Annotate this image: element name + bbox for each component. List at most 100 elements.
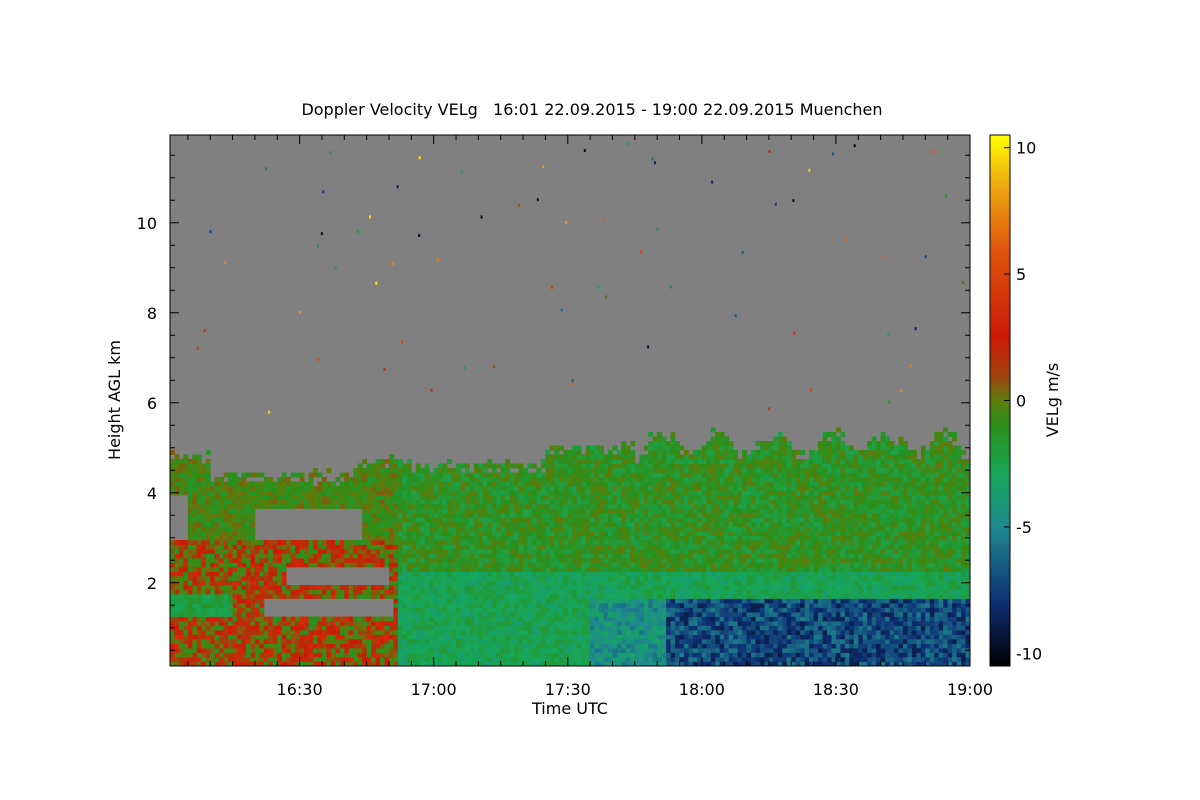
heatmap-cell	[415, 513, 421, 518]
heatmap-cell	[411, 495, 417, 500]
heatmap-cell	[348, 490, 354, 496]
heatmap-cell	[277, 504, 283, 509]
heatmap-cell	[514, 612, 519, 617]
heatmap-cell	[675, 652, 680, 658]
heatmap-cell	[460, 535, 466, 541]
heatmap-cell	[523, 634, 528, 640]
heatmap-cell	[245, 549, 251, 554]
heatmap-cell	[290, 472, 296, 478]
heatmap-cell	[299, 540, 305, 545]
heatmap-cell	[581, 549, 587, 554]
heatmap-cell	[603, 580, 609, 586]
heatmap-cell	[532, 477, 537, 482]
heatmap-cell	[223, 544, 229, 550]
heatmap-cell	[214, 504, 220, 509]
heatmap-cell	[585, 652, 591, 658]
heatmap-cell	[599, 495, 604, 500]
heatmap-cell	[692, 571, 698, 577]
heatmap-cell	[348, 486, 354, 491]
heatmap-cell	[451, 535, 457, 541]
heatmap-cell	[643, 585, 649, 590]
heatmap-cell	[429, 589, 435, 595]
heatmap-cell	[478, 598, 484, 604]
heatmap-cell	[666, 549, 671, 554]
heatmap-cell	[366, 526, 372, 532]
heatmap-cell	[263, 652, 269, 658]
heatmap-cell	[648, 454, 654, 460]
heatmap-cell	[594, 630, 600, 635]
heatmap-cell	[371, 558, 376, 563]
heatmap-cell	[670, 567, 676, 572]
heatmap-cell	[219, 495, 225, 500]
heatmap-cell	[237, 657, 242, 662]
heatmap-cell	[384, 630, 390, 635]
heatmap-cell	[648, 540, 654, 545]
heatmap-cell	[219, 652, 225, 658]
heatmap-cell	[263, 499, 269, 505]
heatmap-cell	[286, 549, 292, 554]
heatmap-cell	[648, 472, 654, 478]
heatmap-cell	[187, 630, 193, 635]
heatmap-cell	[590, 454, 595, 460]
heatmap-cell	[196, 621, 202, 626]
heatmap-cell	[214, 598, 220, 604]
heatmap-cell	[384, 652, 390, 658]
heatmap-cell	[178, 598, 184, 604]
heatmap-cell	[536, 513, 542, 518]
heatmap-cell	[675, 495, 680, 500]
heatmap-cell	[563, 472, 569, 478]
heatmap-cell	[688, 616, 694, 622]
heatmap-cell	[675, 486, 680, 491]
heatmap-cell	[567, 558, 573, 563]
heatmap-cell	[670, 603, 676, 608]
heatmap-cell	[460, 648, 466, 653]
heatmap-cell	[281, 490, 287, 496]
heatmap-cell	[442, 576, 448, 581]
heatmap-cell	[433, 648, 439, 653]
heatmap-cell	[344, 549, 350, 554]
heatmap-cell	[170, 630, 175, 635]
heatmap-cell	[491, 481, 497, 487]
heatmap-cell	[223, 558, 229, 563]
heatmap-cell	[268, 544, 274, 550]
heatmap-cell	[594, 585, 600, 590]
heatmap-cell	[500, 549, 506, 554]
heatmap-cell	[174, 558, 180, 563]
heatmap-cell	[393, 576, 399, 581]
heatmap-cell	[196, 625, 202, 631]
heatmap-cell	[625, 490, 631, 496]
heatmap-cell	[630, 585, 636, 590]
heatmap-cell	[657, 589, 663, 595]
heatmap-cell	[170, 639, 175, 644]
heatmap-cell	[174, 657, 180, 662]
heatmap-cell	[567, 580, 573, 586]
heatmap-cell	[661, 630, 667, 635]
heatmap-cell	[536, 526, 542, 532]
heatmap-cell	[460, 540, 466, 545]
heatmap-cell	[232, 607, 238, 613]
heatmap-cell	[634, 540, 640, 545]
heatmap-cell	[451, 544, 457, 550]
heatmap-cell	[397, 625, 403, 631]
heatmap-cell	[670, 535, 676, 541]
heatmap-cell	[402, 526, 408, 532]
heatmap-cell	[286, 490, 292, 496]
heatmap-cell	[219, 544, 225, 550]
heatmap-cell	[540, 504, 546, 509]
heatmap-cell	[603, 612, 609, 617]
heatmap-cell	[362, 639, 368, 644]
heatmap-cell	[196, 468, 202, 473]
heatmap-cell	[670, 432, 676, 437]
heatmap-cell	[478, 504, 484, 509]
heatmap-cell	[442, 468, 448, 473]
heatmap-cell	[456, 531, 461, 536]
heatmap-cell	[621, 576, 627, 581]
heatmap-cell	[237, 558, 242, 563]
heatmap-cell	[581, 517, 587, 523]
heatmap-cell	[554, 648, 560, 653]
heatmap-cell	[321, 495, 327, 500]
heatmap-cell	[652, 463, 658, 469]
heatmap-cell	[433, 522, 439, 527]
heatmap-cell	[509, 607, 515, 613]
heatmap-cell	[469, 522, 475, 527]
